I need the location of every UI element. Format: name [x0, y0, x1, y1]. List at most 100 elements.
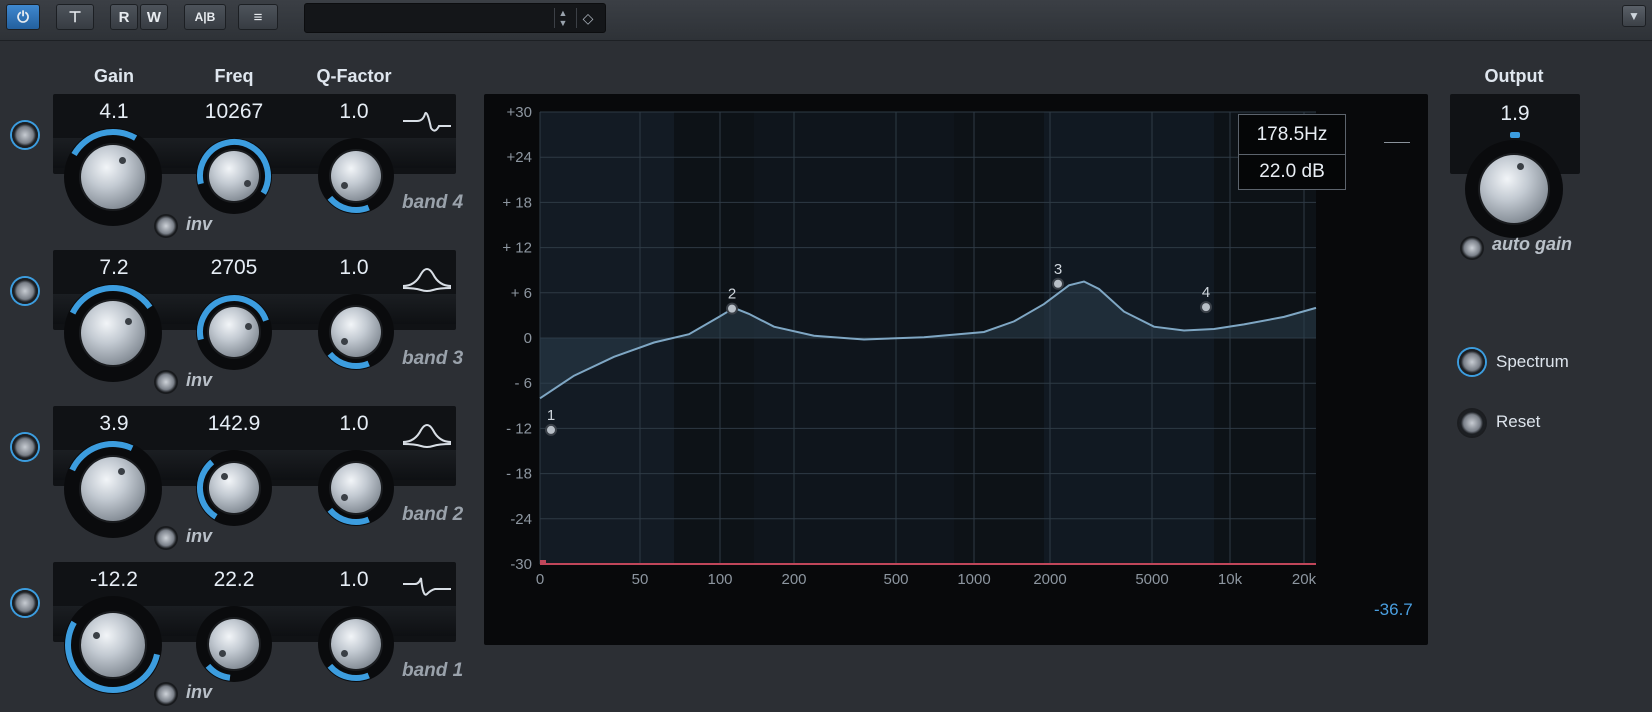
zero-marker	[540, 560, 546, 565]
low-shelf-icon[interactable]	[401, 574, 453, 604]
menu-icon: ≡	[253, 8, 263, 26]
band-4-q-knob[interactable]	[318, 138, 394, 214]
band-3-freq-value: 2705	[210, 256, 258, 279]
ab-compare-button[interactable]: A|B	[184, 4, 226, 30]
band-1-row: -12.2 22.2 1.0 inv band 1	[0, 562, 470, 712]
band-2-invert-toggle[interactable]	[154, 526, 178, 550]
auto-gain-toggle[interactable]	[1460, 236, 1484, 260]
band-1-gain-value: -12.2	[90, 568, 138, 591]
preset-stepper[interactable]: ▲ ▼	[554, 8, 571, 28]
freq-header: Freq	[214, 66, 254, 86]
band-1-label: band 1	[402, 660, 464, 681]
output-knob[interactable]	[1465, 140, 1563, 238]
eq-graph[interactable]: +30 +24 + 18 + 12 + 60- 6- 12- 18 -24 -30 0 50 10…	[484, 94, 1428, 645]
band-4-freq-knob[interactable]	[196, 138, 272, 214]
q-factor-header: Q-Factor	[316, 66, 392, 86]
band-2-q-knob[interactable]	[318, 450, 394, 526]
x-tick-label: 50	[632, 571, 649, 588]
band-2-freq-knob[interactable]	[196, 450, 272, 526]
meter-value: -36.7	[1374, 600, 1413, 619]
band-2-gain-knob[interactable]	[64, 440, 162, 538]
band-1-enable-toggle[interactable]	[12, 590, 38, 616]
band-1-q-value: 1.0	[339, 568, 369, 591]
band-3-gain-knob[interactable]	[64, 284, 162, 382]
band-4-gain-value: 4.1	[99, 100, 129, 123]
preset-field[interactable]: ▲ ▼ ◇	[304, 3, 606, 33]
band-1-invert-toggle[interactable]	[154, 682, 178, 706]
spectrum-toggle[interactable]	[1459, 349, 1485, 375]
x-tick-label: 5000	[1135, 571, 1168, 588]
chevron-down-icon[interactable]: ▼	[1622, 5, 1646, 27]
band-2-q-value: 1.0	[339, 412, 369, 435]
band-3-q-knob[interactable]	[318, 294, 394, 370]
y-tick-label: 0	[524, 330, 532, 347]
band-point-3[interactable]	[1052, 277, 1064, 290]
preset-menu-button[interactable]: ≡	[238, 4, 278, 30]
y-tick-label: +24	[507, 149, 532, 166]
y-tick-label: + 18	[502, 194, 532, 211]
band-1-gain-knob[interactable]	[64, 596, 162, 694]
spectrum-label: Spectrum	[1496, 352, 1569, 371]
x-tick-label: 20k	[1292, 571, 1317, 588]
band-2-gain-value: 3.9	[99, 412, 129, 435]
gain-header: Gain	[93, 66, 134, 86]
x-tick-label: 1000	[957, 571, 990, 588]
peak-icon[interactable]	[401, 418, 453, 448]
band-4-invert-label: inv	[186, 214, 213, 234]
y-tick-label: -24	[510, 511, 532, 528]
ab-label: A|B	[194, 10, 216, 24]
power-icon: ⏻	[17, 8, 29, 26]
read-automation-button[interactable]: R	[110, 4, 138, 30]
bypass-button[interactable]: ⊤	[56, 4, 94, 30]
frequency-readout: 178.5Hz	[1238, 114, 1346, 156]
band-3-invert-label: inv	[186, 370, 213, 390]
band-4-row: 4.1 10267 1.0 inv band 4	[0, 94, 470, 244]
toolbar: ⏻ ⊤ R W A|B ≡ ▲ ▼ ◇ ▼	[0, 0, 1652, 41]
y-tick-label: -30	[510, 556, 532, 573]
band-3-enable-toggle[interactable]	[12, 278, 38, 304]
band-1-invert-label: inv	[186, 682, 213, 702]
band-2-row: 3.9 142.9 1.0 inv band 2	[0, 406, 470, 556]
band-4-freq-value: 10267	[204, 100, 264, 123]
x-tick-label: 200	[781, 571, 806, 588]
reset-button[interactable]	[1459, 410, 1485, 436]
band-4-q-value: 1.0	[339, 100, 369, 123]
band-3-row: 7.2 2705 1.0 inv band 3	[0, 250, 470, 400]
high-shelf-icon[interactable]	[401, 106, 453, 136]
bypass-icon: ⊤	[68, 9, 82, 26]
band-1-freq-value: 22.2	[213, 568, 255, 591]
write-label: W	[146, 8, 162, 26]
band-2-invert-label: inv	[186, 526, 213, 546]
y-tick-label: - 18	[506, 466, 532, 483]
store-preset-icon[interactable]: ◇	[576, 8, 599, 28]
band-3-invert-toggle[interactable]	[154, 370, 178, 394]
write-automation-button[interactable]: W	[140, 4, 168, 30]
band-1-freq-knob[interactable]	[196, 606, 272, 682]
reset-label: Reset	[1496, 412, 1541, 431]
y-tick-label: + 6	[511, 285, 532, 302]
band-3-freq-knob[interactable]	[196, 294, 272, 370]
band-4-enable-toggle[interactable]	[12, 122, 38, 148]
band-point-1[interactable]	[545, 423, 557, 436]
band-3-gain-value: 7.2	[99, 256, 129, 279]
band-point-2[interactable]	[726, 302, 738, 315]
x-tick-label: 500	[883, 571, 908, 588]
band-point-label: 4	[1202, 284, 1210, 301]
output-value: 1.9	[1500, 102, 1530, 125]
x-tick-label: 2000	[1033, 571, 1066, 588]
x-tick-label: 0	[536, 571, 544, 588]
band-4-invert-toggle[interactable]	[154, 214, 178, 238]
y-tick-label: + 12	[502, 240, 532, 257]
band-1-q-knob[interactable]	[318, 606, 394, 682]
power-button[interactable]: ⏻	[6, 4, 40, 30]
output-knob-indicator	[1510, 132, 1520, 138]
band-4-label: band 4	[402, 192, 464, 213]
band-2-enable-toggle[interactable]	[12, 434, 38, 460]
band-point-4[interactable]	[1200, 301, 1212, 314]
y-tick-label: - 12	[506, 420, 532, 437]
peak-icon[interactable]	[401, 262, 453, 292]
band-3-label: band 3	[402, 348, 464, 369]
band-4-gain-knob[interactable]	[64, 128, 162, 226]
band-3-q-value: 1.0	[339, 256, 369, 279]
band-2-freq-value: 142.9	[207, 412, 261, 435]
